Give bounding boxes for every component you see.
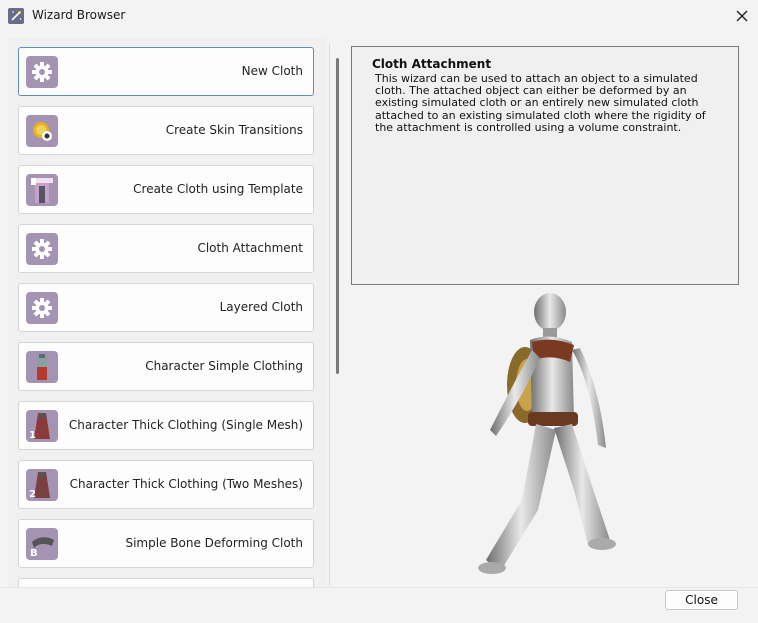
badge-letter: B (30, 548, 38, 559)
wizard-label: Cloth Attachment (197, 241, 303, 255)
thick-clothing-single-icon: 1 (26, 410, 58, 442)
wizard-button-partial[interactable] (18, 578, 314, 587)
wizard-wand-icon (8, 8, 24, 24)
wizard-list[interactable]: New Cloth Create Skin Transitions Create… (8, 38, 326, 587)
cloth-template-icon (26, 174, 58, 206)
footer-divider (0, 587, 758, 588)
badge-number: 2 (29, 489, 36, 500)
wizard-label: Character Thick Clothing (Single Mesh) (68, 418, 303, 432)
gear-icon (26, 292, 58, 324)
preview-character-image (478, 293, 616, 574)
description-body: This wizard can be used to attach an obj… (375, 72, 706, 134)
panel-divider (329, 44, 330, 586)
list-scrollbar[interactable] (336, 58, 339, 374)
wizard-button-thick-clothing-single[interactable]: 1 Character Thick Clothing (Single Mesh) (18, 401, 314, 450)
wizard-label: Layered Cloth (219, 300, 303, 314)
description-panel: Cloth Attachment This wizard can be used… (351, 46, 739, 285)
skin-transition-icon (26, 115, 58, 147)
wizard-button-simple-bone-deforming[interactable]: B Simple Bone Deforming Cloth (18, 519, 314, 568)
close-button[interactable]: Close (665, 590, 738, 610)
wizard-button-create-skin-transitions[interactable]: Create Skin Transitions (18, 106, 314, 155)
wizard-button-layered-cloth[interactable]: Layered Cloth (18, 283, 314, 332)
wizard-label: Create Cloth using Template (133, 182, 303, 196)
window-title: Wizard Browser (32, 8, 126, 22)
title-bar: Wizard Browser (0, 0, 758, 32)
window-close-icon[interactable] (730, 4, 754, 28)
wizard-label: Character Thick Clothing (Two Meshes) (69, 477, 303, 491)
wizard-button-cloth-attachment[interactable]: Cloth Attachment (18, 224, 314, 273)
description-title: Cloth Attachment (372, 57, 492, 71)
wizard-button-thick-clothing-two[interactable]: 2 Character Thick Clothing (Two Meshes) (18, 460, 314, 509)
thick-clothing-two-icon: 2 (26, 469, 58, 501)
wizard-label: New Cloth (241, 64, 303, 78)
gear-icon (26, 233, 58, 265)
wizard-label: Character Simple Clothing (145, 359, 303, 373)
wizard-label: Simple Bone Deforming Cloth (125, 536, 303, 550)
simple-clothing-icon (26, 351, 58, 383)
bone-deform-icon: B (26, 528, 58, 560)
wizard-button-character-simple-clothing[interactable]: Character Simple Clothing (18, 342, 314, 391)
wizard-button-create-cloth-template[interactable]: Create Cloth using Template (18, 165, 314, 214)
badge-number: 1 (29, 430, 36, 441)
wizard-label: Create Skin Transitions (165, 123, 303, 137)
wizard-button-new-cloth[interactable]: New Cloth (18, 47, 314, 96)
gear-icon (26, 56, 58, 88)
